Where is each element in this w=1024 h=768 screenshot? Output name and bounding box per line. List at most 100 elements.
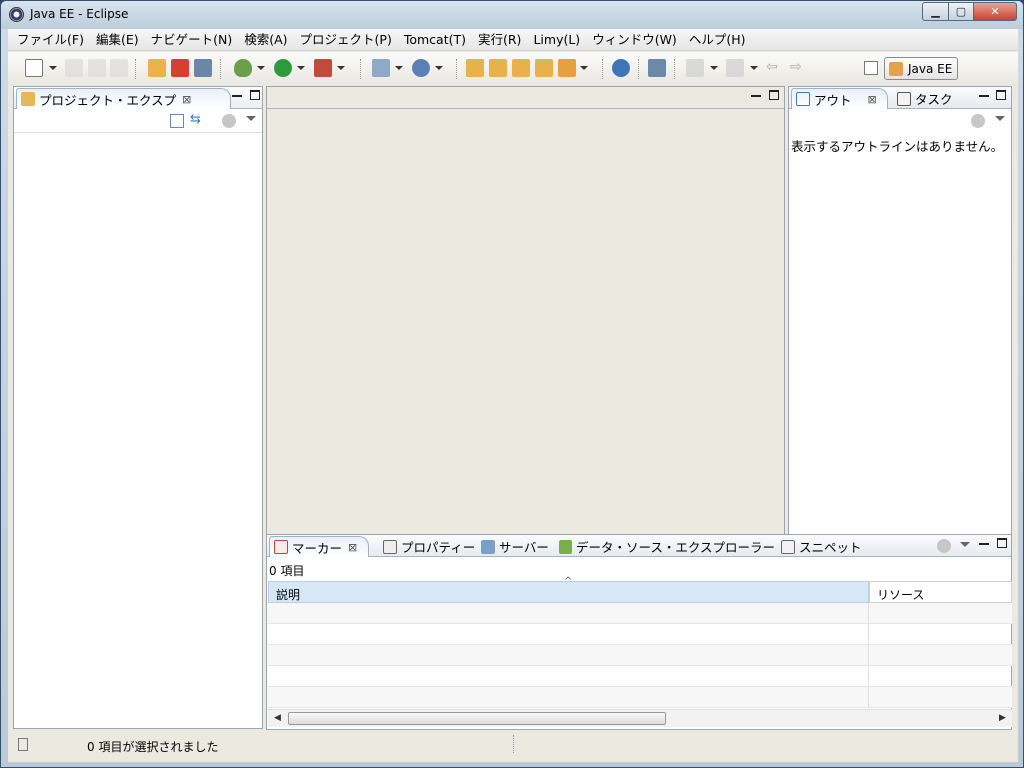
run-icon[interactable] bbox=[274, 59, 292, 77]
browser-icon[interactable] bbox=[612, 59, 630, 77]
bug-info-icon[interactable] bbox=[194, 59, 212, 77]
scrollbar-thumb[interactable] bbox=[288, 712, 666, 725]
menu-search[interactable]: 検索(A) bbox=[238, 30, 293, 50]
folder-icon bbox=[21, 92, 35, 106]
run-dropdown-icon[interactable] bbox=[297, 66, 305, 70]
tab-markers[interactable]: マーカー ⊠ bbox=[269, 536, 369, 557]
eclipse-window: Java EE - Eclipse ▁ ▢ ✕ ファイル(F) 編集(E) ナビ… bbox=[0, 0, 1024, 768]
horizontal-scrollbar[interactable]: ◀ ▶ bbox=[268, 709, 1012, 727]
open-perspective-icon[interactable] bbox=[864, 61, 878, 75]
outline-view: アウト ⊠ タスク 表示するアウトラインはありません。 bbox=[788, 86, 1012, 560]
editor-tabrow bbox=[267, 87, 784, 109]
column-header-description[interactable]: 説明 ^ bbox=[268, 576, 869, 603]
minimize-icon: ▁ bbox=[931, 5, 940, 18]
bug-remove-icon[interactable] bbox=[171, 59, 189, 77]
tab-outline[interactable]: アウト ⊠ bbox=[791, 88, 888, 109]
menu-navigate[interactable]: ナビゲート(N) bbox=[145, 30, 239, 50]
table-row[interactable] bbox=[268, 624, 1012, 645]
print-icon[interactable] bbox=[110, 59, 128, 77]
item-count: 0 項目 bbox=[269, 564, 305, 578]
web-service-dropdown-icon[interactable] bbox=[435, 66, 443, 70]
close-icon: ✕ bbox=[990, 5, 1000, 18]
menu-limy[interactable]: Limy(L) bbox=[527, 30, 586, 50]
scroll-right-icon[interactable]: ▶ bbox=[999, 713, 1006, 723]
minimize-button[interactable]: ▁ bbox=[922, 2, 949, 21]
filter-icon[interactable] bbox=[971, 114, 985, 128]
menu-project[interactable]: プロジェクト(P) bbox=[294, 30, 398, 50]
filter-icon[interactable] bbox=[937, 539, 951, 553]
close-tab-icon[interactable]: ⊠ bbox=[868, 93, 877, 106]
tab-servers[interactable]: サーバー bbox=[477, 536, 553, 557]
maximize-view-icon[interactable] bbox=[997, 538, 1007, 548]
collapse-all-icon[interactable] bbox=[170, 114, 184, 128]
web-service-icon[interactable] bbox=[412, 59, 430, 77]
menu-file[interactable]: ファイル(F) bbox=[11, 30, 90, 50]
menu-run[interactable]: 実行(R) bbox=[472, 30, 527, 50]
prev-annotation-dropdown-icon[interactable] bbox=[750, 66, 758, 70]
column-header-resource[interactable]: リソース bbox=[869, 581, 1012, 603]
minimize-view-icon[interactable] bbox=[979, 538, 989, 545]
table-row[interactable] bbox=[268, 687, 1012, 708]
new-icon[interactable] bbox=[25, 59, 43, 77]
close-tab-icon[interactable]: ⊠ bbox=[348, 541, 357, 554]
minimize-view-icon[interactable] bbox=[232, 90, 242, 97]
view-menu-icon[interactable] bbox=[246, 116, 256, 121]
close-window-button[interactable]: ✕ bbox=[973, 2, 1017, 21]
title-bar[interactable]: Java EE - Eclipse ▁ ▢ ✕ bbox=[1, 1, 1023, 29]
search-icon[interactable] bbox=[648, 59, 666, 77]
view-menu-filter-icon[interactable] bbox=[222, 114, 236, 128]
save-all-icon[interactable] bbox=[88, 59, 106, 77]
menu-help[interactable]: ヘルプ(H) bbox=[683, 30, 752, 50]
outline-icon bbox=[796, 92, 810, 106]
forward-icon[interactable]: ⇨ bbox=[790, 59, 808, 77]
table-row[interactable] bbox=[268, 666, 1012, 687]
view-menu-icon[interactable] bbox=[995, 116, 1005, 121]
prev-annotation-icon[interactable] bbox=[726, 59, 744, 77]
maximize-view-icon[interactable] bbox=[996, 90, 1006, 100]
maximize-button[interactable]: ▢ bbox=[948, 2, 974, 21]
maximize-editor-icon[interactable] bbox=[769, 90, 779, 100]
minimize-editor-icon[interactable] bbox=[751, 90, 761, 97]
menu-edit[interactable]: 編集(E) bbox=[90, 30, 145, 50]
status-separator bbox=[513, 735, 514, 753]
run-task-dropdown-icon[interactable] bbox=[580, 66, 588, 70]
next-annotation-icon[interactable] bbox=[686, 59, 704, 77]
sort-indicator-icon: ^ bbox=[564, 576, 573, 587]
tab-tasks[interactable]: タスク bbox=[893, 88, 963, 109]
perspective-java-ee-button[interactable]: Java EE bbox=[884, 57, 958, 80]
run-task-icon[interactable] bbox=[558, 59, 576, 77]
external-tools-dropdown-icon[interactable] bbox=[337, 66, 345, 70]
open-resource-icon[interactable] bbox=[489, 59, 507, 77]
tab-snippets[interactable]: スニペット bbox=[777, 536, 865, 557]
fast-view-icon[interactable] bbox=[18, 738, 28, 751]
open-project-icon[interactable] bbox=[535, 59, 553, 77]
table-row[interactable] bbox=[268, 603, 1012, 624]
perspective-label: Java EE bbox=[908, 61, 953, 76]
eclipse-logo-icon bbox=[9, 7, 24, 22]
menu-window[interactable]: ウィンドウ(W) bbox=[586, 30, 683, 50]
tab-properties[interactable]: プロパティー bbox=[379, 536, 477, 557]
tab-data-source-explorer[interactable]: データ・ソース・エクスプローラー bbox=[555, 536, 775, 557]
window-title: Java EE - Eclipse bbox=[30, 7, 129, 21]
table-row[interactable] bbox=[268, 645, 1012, 666]
minimize-view-icon[interactable] bbox=[979, 90, 989, 97]
maximize-view-icon[interactable] bbox=[250, 90, 260, 100]
close-tab-icon[interactable]: ⊠ bbox=[182, 93, 191, 106]
external-tools-icon[interactable] bbox=[314, 59, 332, 77]
link-with-editor-icon[interactable]: ⇆ bbox=[190, 113, 204, 128]
back-icon[interactable]: ⇦ bbox=[766, 59, 784, 77]
new-server-dropdown-icon[interactable] bbox=[395, 66, 403, 70]
next-annotation-dropdown-icon[interactable] bbox=[710, 66, 718, 70]
new-dropdown-icon[interactable] bbox=[49, 66, 57, 70]
scroll-left-icon[interactable]: ◀ bbox=[274, 713, 281, 723]
bug-config-icon[interactable] bbox=[148, 59, 166, 77]
new-server-icon[interactable] bbox=[372, 59, 390, 77]
open-folder-icon[interactable] bbox=[512, 59, 530, 77]
debug-icon[interactable] bbox=[234, 59, 252, 77]
view-menu-icon[interactable] bbox=[960, 542, 970, 547]
tab-project-explorer[interactable]: プロジェクト・エクスプ ⊠ bbox=[16, 88, 231, 109]
debug-dropdown-icon[interactable] bbox=[257, 66, 265, 70]
menu-tomcat[interactable]: Tomcat(T) bbox=[398, 30, 472, 50]
save-icon[interactable] bbox=[65, 59, 83, 77]
open-type-icon[interactable] bbox=[466, 59, 484, 77]
